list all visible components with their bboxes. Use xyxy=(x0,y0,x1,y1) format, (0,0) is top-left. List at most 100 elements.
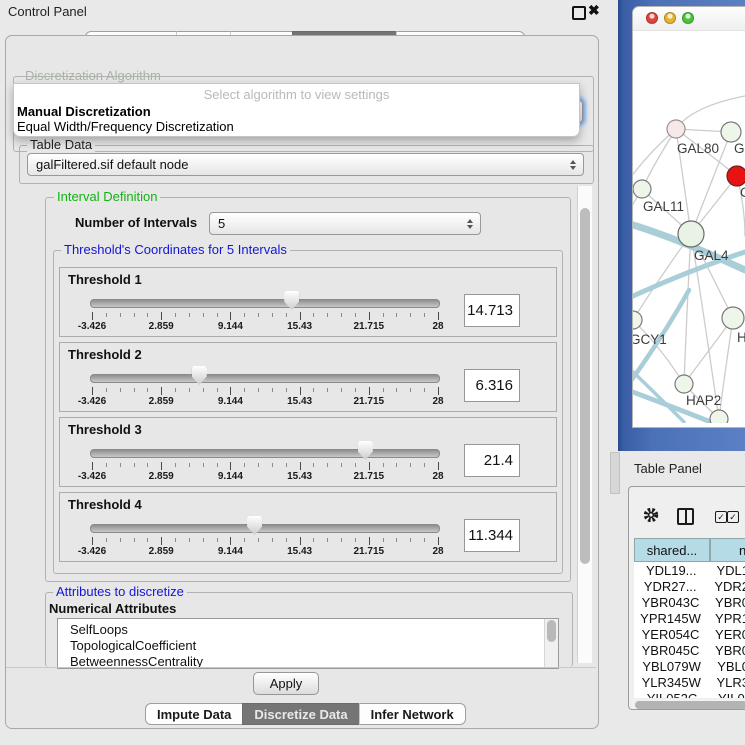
tick-mark xyxy=(189,388,190,392)
column-header-shared-name[interactable]: shared... xyxy=(634,538,710,562)
tick-mark xyxy=(341,463,342,467)
tick-mark xyxy=(147,388,148,392)
tick-label: 15.43 xyxy=(287,471,312,482)
network-node[interactable] xyxy=(710,410,728,423)
threshold-value-field[interactable]: 21.4 xyxy=(464,444,520,477)
tab-discretize-data[interactable]: Discretize Data xyxy=(242,703,358,725)
scrollbar-thumb[interactable] xyxy=(635,701,745,709)
tick-mark xyxy=(369,312,370,320)
threshold-panel: Threshold 4-3.4262.8599.14415.4321.71528… xyxy=(59,492,557,562)
table-row[interactable]: YLR345WYLR3 xyxy=(634,674,745,690)
slider-track[interactable] xyxy=(90,524,440,533)
threshold-value-field[interactable]: 14.713 xyxy=(464,294,520,327)
tick-mark xyxy=(327,388,328,392)
cell-name: YIL0 xyxy=(710,691,745,699)
tick-mark xyxy=(300,462,301,470)
cell-name: YER0 xyxy=(707,627,745,642)
close-icon[interactable]: ✖ xyxy=(588,2,600,19)
network-node-c[interactable] xyxy=(727,166,745,186)
tick-mark xyxy=(396,313,397,317)
checkbox-icon[interactable]: ✓ xyxy=(727,511,739,523)
tick-mark xyxy=(396,538,397,542)
split-divider-grip[interactable] xyxy=(610,452,620,494)
number-of-intervals-label: Number of Intervals xyxy=(75,215,197,230)
table-data-combo[interactable]: galFiltered.sif default node xyxy=(27,153,584,176)
tick-mark xyxy=(438,537,439,545)
tick-mark xyxy=(341,313,342,317)
table-row[interactable]: YBR043CYBR0 xyxy=(634,594,745,610)
list-scrollbar[interactable] xyxy=(544,619,558,668)
scrollbar-thumb[interactable] xyxy=(580,208,590,564)
cell-name: YPR1 xyxy=(707,611,745,626)
horizontal-scrollbar[interactable] xyxy=(632,699,745,710)
settings-scrollbar[interactable] xyxy=(577,186,592,663)
column-header-name[interactable]: n xyxy=(710,538,745,562)
network-edge xyxy=(684,234,691,384)
panel-title: Control Panel xyxy=(8,4,87,19)
close-traffic-light[interactable] xyxy=(646,12,658,24)
scrollbar-thumb[interactable] xyxy=(547,620,556,642)
table-data-combo-value: galFiltered.sif default node xyxy=(36,157,188,172)
network-node-hap2[interactable] xyxy=(675,375,693,393)
network-node-h[interactable] xyxy=(722,307,744,329)
tick-mark xyxy=(258,538,259,542)
gear-icon[interactable] xyxy=(643,507,659,523)
table-row[interactable]: YDR27...YDR2 xyxy=(634,578,745,594)
node-label: GAL11 xyxy=(643,199,684,214)
tab-infer-network[interactable]: Infer Network xyxy=(359,703,466,725)
tick-mark xyxy=(258,463,259,467)
bottom-tab-bar: Impute DataDiscretize DataInfer Network xyxy=(145,703,466,725)
tick-mark xyxy=(161,312,162,320)
tick-mark xyxy=(300,312,301,320)
table-row[interactable]: YER054CYER0 xyxy=(634,626,745,642)
attributes-group-title: Attributes to discretize xyxy=(53,585,187,599)
tick-label: -3.426 xyxy=(78,396,106,407)
tick-mark xyxy=(175,388,176,392)
table-row[interactable]: YIL052CYIL0 xyxy=(634,690,745,698)
number-of-intervals-combo[interactable]: 5 xyxy=(209,212,481,235)
table-row[interactable]: YPR145WYPR1 xyxy=(634,610,745,626)
slider-track[interactable] xyxy=(90,449,440,458)
minimize-traffic-light[interactable] xyxy=(664,12,676,24)
tick-mark xyxy=(300,537,301,545)
slider-track[interactable] xyxy=(90,299,440,308)
zoom-traffic-light[interactable] xyxy=(682,12,694,24)
tick-mark xyxy=(258,388,259,392)
network-node-gal80[interactable] xyxy=(667,120,685,138)
tick-mark xyxy=(203,388,204,392)
tick-mark xyxy=(272,388,273,392)
threshold-value-field[interactable]: 11.344 xyxy=(464,519,520,552)
cell-shared-name: YBR045C xyxy=(634,643,707,658)
tick-mark xyxy=(438,387,439,395)
network-node-gcy1[interactable] xyxy=(633,311,642,329)
tick-label: -3.426 xyxy=(78,471,106,482)
tick-mark xyxy=(217,538,218,542)
attribute-item[interactable]: TopologicalCoefficient xyxy=(58,638,558,654)
table-row[interactable]: YBL079WYBL0 xyxy=(634,658,745,674)
network-node-gal11[interactable] xyxy=(633,180,651,198)
tick-label: 21.715 xyxy=(354,471,385,482)
tick-mark xyxy=(272,538,273,542)
tick-mark xyxy=(189,463,190,467)
tick-mark xyxy=(355,313,356,317)
network-node-g[interactable] xyxy=(721,122,741,142)
network-window-titlebar[interactable] xyxy=(633,7,745,31)
apply-button[interactable]: Apply xyxy=(253,672,319,695)
attribute-item[interactable]: SelfLoops xyxy=(58,622,558,638)
tick-mark xyxy=(286,538,287,542)
float-window-icon[interactable] xyxy=(572,6,586,20)
slider-track[interactable] xyxy=(90,374,440,383)
tick-mark xyxy=(272,313,273,317)
algorithm-option[interactable]: Equal Width/Frequency Discretization xyxy=(17,119,234,134)
columns-icon[interactable] xyxy=(677,508,694,525)
table-row[interactable]: YBR045CYBR0 xyxy=(634,642,745,658)
table-row[interactable]: YDL19...YDL1 xyxy=(634,562,745,578)
algorithm-option[interactable]: Manual Discretization xyxy=(17,104,151,119)
cell-shared-name: YPR145W xyxy=(634,611,707,626)
threshold-value-field[interactable]: 6.316 xyxy=(464,369,520,402)
checkbox-icon[interactable]: ✓ xyxy=(715,511,727,523)
tab-impute-data[interactable]: Impute Data xyxy=(145,703,242,725)
network-node-gal4[interactable] xyxy=(678,221,704,247)
tick-mark xyxy=(189,313,190,317)
network-canvas[interactable]: GAL80G.CGAL11GAL4GCY1HHAP2 xyxy=(633,29,745,423)
